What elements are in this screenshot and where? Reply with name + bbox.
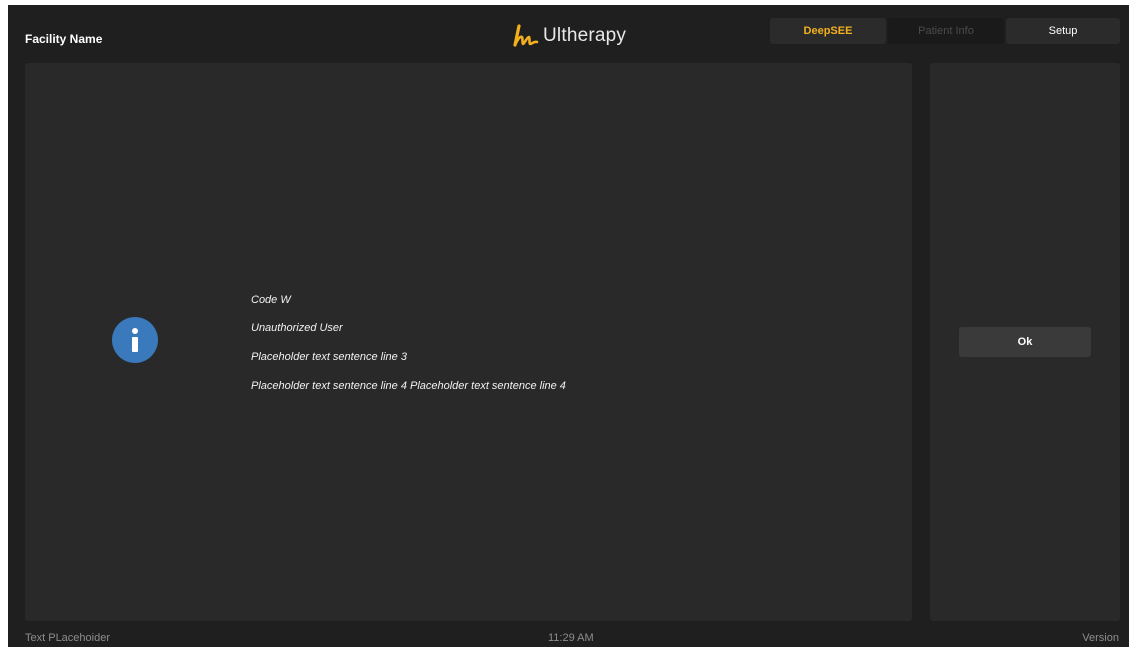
facility-name: Facility Name: [25, 32, 103, 46]
footer-version: Version: [1082, 632, 1119, 644]
tab-patient-info[interactable]: Patient Info: [888, 18, 1004, 44]
action-panel: Ok: [930, 63, 1120, 621]
tab-deepsee[interactable]: DeepSEE: [770, 18, 886, 44]
app-screen: Facility Name Ultherapy DeepSEE Patient …: [8, 5, 1129, 647]
message-panel: Code W Unauthorized User Placeholder tex…: [25, 63, 912, 621]
info-icon-dot: [132, 328, 138, 334]
tab-setup[interactable]: Setup: [1006, 18, 1120, 44]
message-code: Code W: [251, 294, 291, 306]
message-title: Unauthorized User: [251, 322, 343, 334]
info-icon-stem: [132, 337, 138, 352]
ok-button[interactable]: Ok: [959, 327, 1091, 357]
footer-time: 11:29 AM: [548, 632, 594, 644]
brand-logo: Ultherapy: [513, 21, 626, 51]
ultherapy-swoosh-logo-icon: [513, 24, 539, 48]
info-icon: [112, 317, 158, 363]
footer-text: Text PLacehoider: [25, 632, 110, 644]
message-line-4: Placeholder text sentence line 4 Placeho…: [251, 380, 566, 392]
brand-name: Ultherapy: [543, 25, 627, 46]
message-line-3: Placeholder text sentence line 3: [251, 351, 407, 363]
